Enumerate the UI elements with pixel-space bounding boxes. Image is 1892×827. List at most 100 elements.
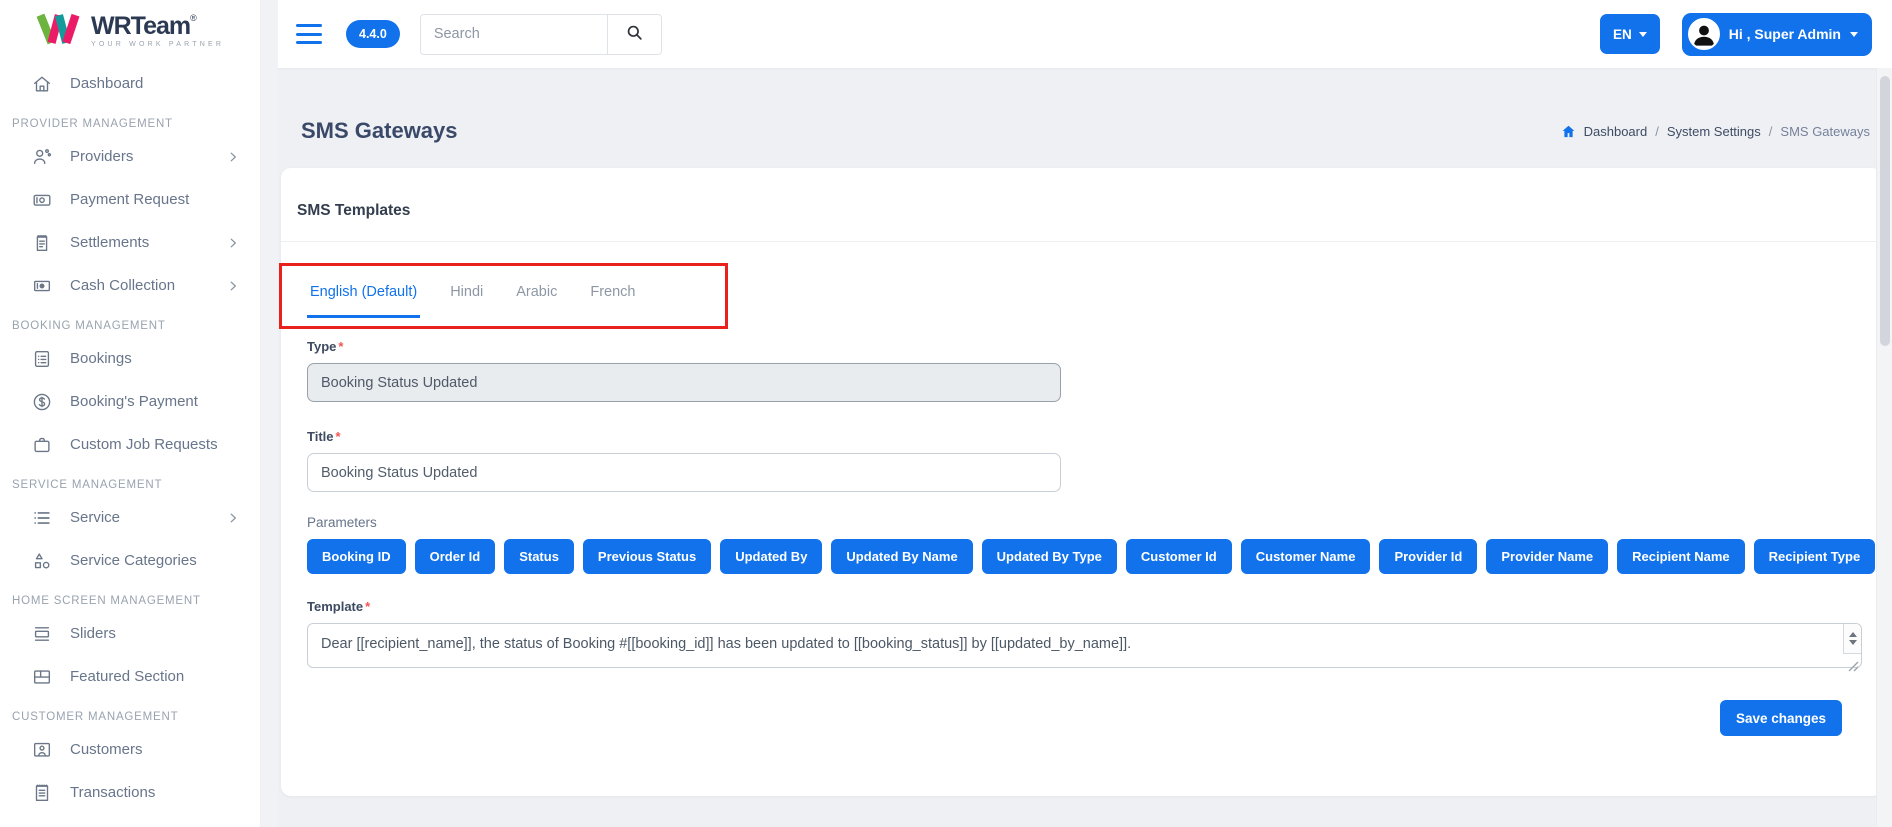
tab-arabic[interactable]: Arabic (513, 284, 560, 318)
search-button[interactable] (606, 13, 662, 55)
sidebar-item-label: Bookings (70, 350, 132, 367)
parameters-label: Parameters (307, 515, 377, 530)
search-icon (625, 23, 644, 45)
sidebar-item-providers[interactable]: Providers (0, 135, 260, 178)
breadcrumb-sms-gateways: SMS Gateways (1780, 123, 1870, 139)
service-categories-icon (30, 549, 54, 573)
textarea-resize-handle[interactable] (1848, 659, 1859, 672)
tab-english-default[interactable]: English (Default) (307, 284, 421, 318)
home-icon (1561, 124, 1576, 139)
param-button-booking-id[interactable]: Booking ID (307, 539, 406, 574)
user-menu-dropdown[interactable]: Hi , Super Admin (1681, 12, 1872, 56)
sidebar-item-label: Booking's Payment (70, 393, 198, 410)
window-scrollbar[interactable] (1876, 68, 1892, 827)
param-button-previous-status[interactable]: Previous Status (582, 539, 712, 574)
sidebar-item-label: Dashboard (70, 75, 144, 92)
sidebar-item-label: Featured Section (70, 668, 185, 685)
home-icon (30, 72, 54, 96)
topbar: 4.4.0 EN (278, 0, 1892, 68)
version-badge: 4.4.0 (346, 20, 400, 48)
main-column: 4.4.0 EN (278, 0, 1892, 827)
settlements-icon (30, 231, 54, 255)
title-input[interactable] (307, 453, 1061, 492)
providers-icon (30, 145, 54, 169)
sidebar-item-label: Cash Collection (70, 277, 176, 294)
sidebar-item-label: Custom Job Requests (70, 436, 218, 453)
sidebar-section-service-management: SERVICE MANAGEMENT (12, 479, 163, 491)
chevron-right-icon (226, 236, 240, 250)
language-label: EN (1612, 26, 1632, 42)
param-button-provider-id[interactable]: Provider Id (1379, 539, 1478, 574)
required-asterisk: * (335, 429, 341, 444)
textarea-scrollbar[interactable] (1843, 624, 1861, 654)
brand-tagline: YOUR WORK PARTNER (91, 41, 225, 48)
page-title: SMS Gateways (301, 118, 458, 143)
search-group (419, 13, 662, 55)
sidebar-item-bookings[interactable]: Bookings (0, 337, 260, 380)
sidebar-nav: Dashboard PROVIDER MANAGEMENT Providers Pay… (0, 62, 260, 814)
sidebar-item-label: Providers (70, 148, 134, 165)
tab-hindi[interactable]: Hindi (447, 284, 486, 318)
bookings-payment-icon (30, 390, 54, 414)
search-input[interactable] (419, 13, 607, 55)
param-button-updated-by-type[interactable]: Updated By Type (981, 539, 1117, 574)
param-button-customer-id[interactable]: Customer Id (1125, 539, 1232, 574)
language-tabs: English (Default) Hindi Arabic French (307, 284, 1862, 318)
sidebar-item-settlements[interactable]: Settlements (0, 221, 260, 264)
brand-text: WRTeam® YOUR WORK PARTNER (91, 12, 225, 49)
sidebar-section-home-screen-management: HOME SCREEN MANAGEMENT (12, 595, 201, 607)
breadcrumb-system-settings[interactable]: System Settings (1667, 124, 1761, 139)
sidebar-item-featured-section[interactable]: Featured Section (0, 655, 260, 698)
sidebar-item-dashboard[interactable]: Dashboard (0, 62, 260, 105)
hamburger-menu-icon[interactable] (296, 24, 322, 44)
sidebar-item-label: Payment Request (70, 191, 190, 208)
sms-templates-card: SMS Templates English (Default) Hindi Arab… (279, 168, 1882, 796)
language-dropdown[interactable]: EN (1599, 14, 1660, 54)
bookings-icon (30, 347, 54, 371)
payment-request-icon (30, 188, 54, 212)
param-button-updated-by-name[interactable]: Updated By Name (831, 539, 973, 574)
sidebar-section-booking-management: BOOKING MANAGEMENT (12, 320, 166, 332)
chevron-down-icon (1638, 31, 1647, 37)
brand-logo[interactable]: WRTeam® YOUR WORK PARTNER (0, 0, 260, 62)
sidebar-item-label: Service Categories (70, 552, 197, 569)
param-button-recipient-name[interactable]: Recipient Name (1617, 539, 1745, 574)
save-button[interactable]: Save changes (1719, 700, 1842, 736)
custom-job-requests-icon (30, 433, 54, 457)
sliders-icon (30, 622, 54, 646)
sidebar-section-provider-management: PROVIDER MANAGEMENT (12, 118, 173, 130)
sidebar-item-cash-collection[interactable]: Cash Collection (0, 264, 260, 307)
sidebar-item-customers[interactable]: Customers (0, 728, 260, 771)
template-textarea[interactable]: Dear [[recipient_name]], the status of B… (307, 623, 1862, 668)
sidebar-section-customer-management: CUSTOMER MANAGEMENT (12, 711, 179, 723)
sidebar-item-payment-request[interactable]: Payment Request (0, 178, 260, 221)
scrollbar-thumb[interactable] (1879, 76, 1890, 346)
param-button-status[interactable]: Status (504, 539, 574, 574)
sidebar-item-label: Service (70, 509, 121, 526)
sidebar-item-service[interactable]: Service (0, 496, 260, 539)
breadcrumb-separator: / (1768, 123, 1773, 139)
template-field-group: Template * Dear [[recipient_name]], the s… (307, 599, 1862, 673)
sidebar-item-service-categories[interactable]: Service Categories (0, 539, 260, 582)
sidebar: WRTeam® YOUR WORK PARTNER Dashboard PROVI… (0, 0, 278, 827)
param-button-updated-by[interactable]: Updated By (720, 539, 823, 574)
sidebar-item-booking-s-payment[interactable]: Booking's Payment (0, 380, 260, 423)
brand-name: WRTeam (91, 12, 191, 40)
param-button-customer-name[interactable]: Customer Name (1240, 539, 1371, 574)
breadcrumb-separator: / (1655, 123, 1659, 139)
transactions-icon (30, 781, 54, 805)
param-button-recipient-type[interactable]: Recipient Type (1753, 539, 1876, 574)
sidebar-scrollbar[interactable] (260, 0, 278, 827)
type-field-group: Type * (307, 339, 1862, 402)
param-button-order-id[interactable]: Order Id (414, 539, 496, 574)
tab-french[interactable]: French (587, 284, 638, 318)
breadcrumb-dashboard[interactable]: Dashboard (1584, 124, 1648, 139)
param-button-provider-name[interactable]: Provider Name (1486, 539, 1609, 574)
sidebar-item-transactions[interactable]: Transactions (0, 771, 260, 814)
sidebar-item-sliders[interactable]: Sliders (0, 612, 260, 655)
brand-registered-mark: ® (190, 13, 197, 23)
sidebar-item-label: Customers (70, 741, 143, 758)
required-asterisk: * (338, 339, 344, 354)
sidebar-item-custom-job-requests[interactable]: Custom Job Requests (0, 423, 260, 466)
cash-collection-icon (30, 274, 54, 298)
